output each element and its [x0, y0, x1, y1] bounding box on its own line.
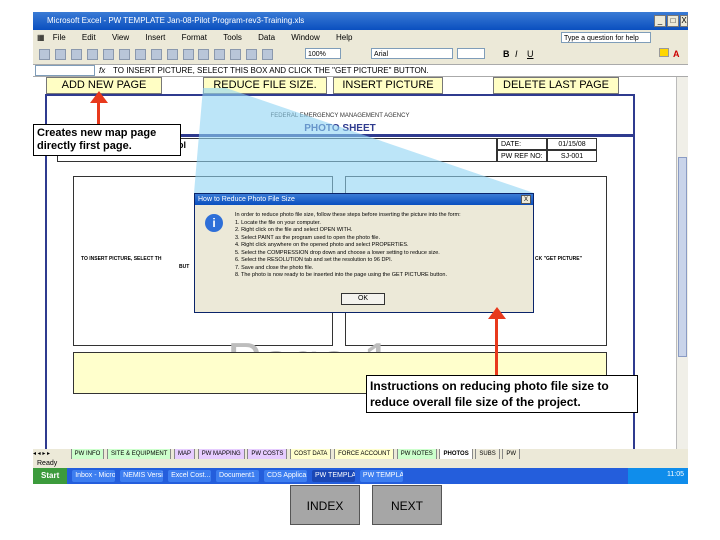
dialog-line: 6. Select the RESOLUTION tab and set the…: [235, 257, 393, 263]
dialog-title: How to Reduce Photo File Size: [198, 196, 295, 203]
dialog-ok-button[interactable]: OK: [341, 293, 385, 305]
dialog-line: 7. Save and close the photo file.: [235, 264, 314, 271]
dialog-line: In order to reduce photo file size, foll…: [235, 212, 461, 218]
dialog-message: In order to reduce photo file size, foll…: [235, 212, 531, 288]
reduce-size-dialog: How to Reduce Photo File Size X i In ord…: [194, 193, 534, 313]
dialog-line: 1. Locate the file on your computer.: [235, 219, 321, 226]
dialog-line: 5. Select the COMPRESSION drop down and …: [235, 249, 440, 256]
callout-reduce-size: Instructions on reducing photo file size…: [366, 375, 638, 413]
dialog-line: 8. The photo is now ready to be inserted…: [235, 272, 447, 278]
right-arrow-shaft: [495, 316, 498, 376]
dialog-close-button[interactable]: X: [521, 195, 531, 204]
callout-add-page: Creates new map page directly first page…: [33, 124, 181, 156]
left-arrow-shaft: [97, 100, 100, 124]
dialog-title-bar: How to Reduce Photo File Size: [195, 194, 533, 205]
next-button[interactable]: NEXT: [372, 485, 442, 525]
dialog-line: 3. Select PAINT as the program used to o…: [235, 234, 381, 241]
dialog-line: 4. Right click anywhere on the opened ph…: [235, 242, 409, 248]
index-button[interactable]: INDEX: [290, 485, 360, 525]
dialog-line: 2. Right click on the file and select OP…: [235, 227, 353, 233]
info-icon: i: [205, 214, 223, 232]
highlight-wedge: [194, 88, 534, 193]
